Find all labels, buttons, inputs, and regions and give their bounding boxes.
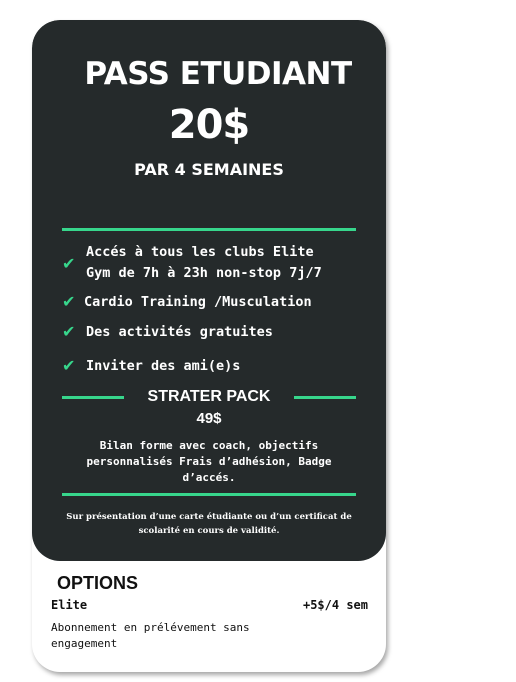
option-price: +5$/4 sem	[302, 598, 368, 612]
feature-item-friends: Inviter des ami(e)s	[86, 358, 241, 374]
starter-pack-title: STRATER PACK	[147, 388, 271, 405]
starter-pack-price: 49$	[196, 410, 222, 427]
eligibility-note: Sur présentation d’une carte étudiante o…	[66, 512, 352, 536]
starter-pack-description: Bilan forme avec coach, objectifs person…	[86, 439, 332, 484]
feature-item-cardio: Cardio Training /Musculation	[84, 294, 312, 310]
plan-period: PAR 4 SEMAINES	[134, 160, 284, 179]
pricing-card-dark-section: PASS ETUDIANT 20$ PAR 4 SEMAINES ✔ Accés…	[32, 20, 386, 561]
plan-title: PASS ETUDIANT	[84, 56, 352, 92]
feature-text: Accés à tous les clubs Elite	[86, 244, 314, 260]
check-icon: ✔	[62, 322, 76, 341]
option-name: Elite	[51, 598, 88, 612]
feature-item-clubs: Accés à tous les clubs Elite Gym de 7h à…	[86, 242, 322, 284]
option-description: Abonnement en prélévement sans engagemen…	[51, 621, 250, 650]
pricing-card: PASS ETUDIANT 20$ PAR 4 SEMAINES ✔ Accés…	[32, 20, 386, 672]
plan-price: 20$	[168, 102, 251, 148]
check-icon: ✔	[62, 254, 76, 273]
check-icon: ✔	[62, 292, 76, 311]
divider-bottom	[62, 493, 356, 496]
check-icon: ✔	[62, 356, 76, 375]
feature-item-activities: Des activités gratuites	[86, 324, 273, 340]
feature-text: Gym de 7h à 23h non-stop 7j/7	[86, 265, 322, 281]
divider-top	[62, 228, 356, 231]
options-title: OPTIONS	[57, 573, 139, 593]
